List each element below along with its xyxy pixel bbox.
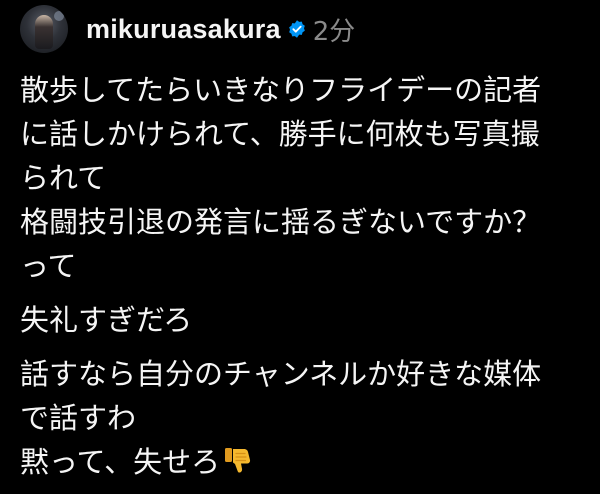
post: mikuruasakura 2分 散歩してたらいきなりフライデーの記者 に話しか… [0, 0, 600, 480]
paragraph-3: 話すなら自分のチャンネルか好きな媒体 で話すわ 黙って、失せろ [20, 352, 590, 484]
text-line: 失礼すぎだろ [20, 303, 193, 337]
timestamp: 2分 [312, 16, 356, 47]
avatar-light [54, 11, 64, 21]
avatar-figure [35, 15, 53, 49]
post-header: mikuruasakura 2分 [20, 4, 355, 54]
text-line-with-emoji: 黙って、失せろ [20, 440, 590, 484]
text-line: って [20, 249, 77, 283]
text-line: 黙って、失せろ [20, 445, 221, 479]
text-line: 散歩してたらいきなりフライデーの記者 [20, 73, 542, 107]
post-body: 散歩してたらいきなりフライデーの記者 に話しかけられて、勝手に何枚も写真撮 られ… [20, 68, 590, 494]
verified-badge-icon [288, 20, 305, 38]
username[interactable]: mikuruasakura [86, 14, 281, 45]
paragraph-2: 失礼すぎだろ [20, 298, 590, 342]
avatar[interactable] [20, 5, 68, 53]
text-line: に話しかけられて、勝手に何枚も写真撮 [20, 117, 540, 151]
text-line: 話すなら自分のチャンネルか好きな媒体 [20, 357, 542, 391]
text-line: 格闘技引退の発言に揺るぎないですか？ [20, 205, 542, 239]
paragraph-1: 散歩してたらいきなりフライデーの記者 に話しかけられて、勝手に何枚も写真撮 られ… [20, 68, 590, 288]
thumbs-down-emoji-icon [225, 448, 251, 473]
text-line: られて [20, 161, 107, 195]
text-line: で話すわ [20, 401, 137, 435]
